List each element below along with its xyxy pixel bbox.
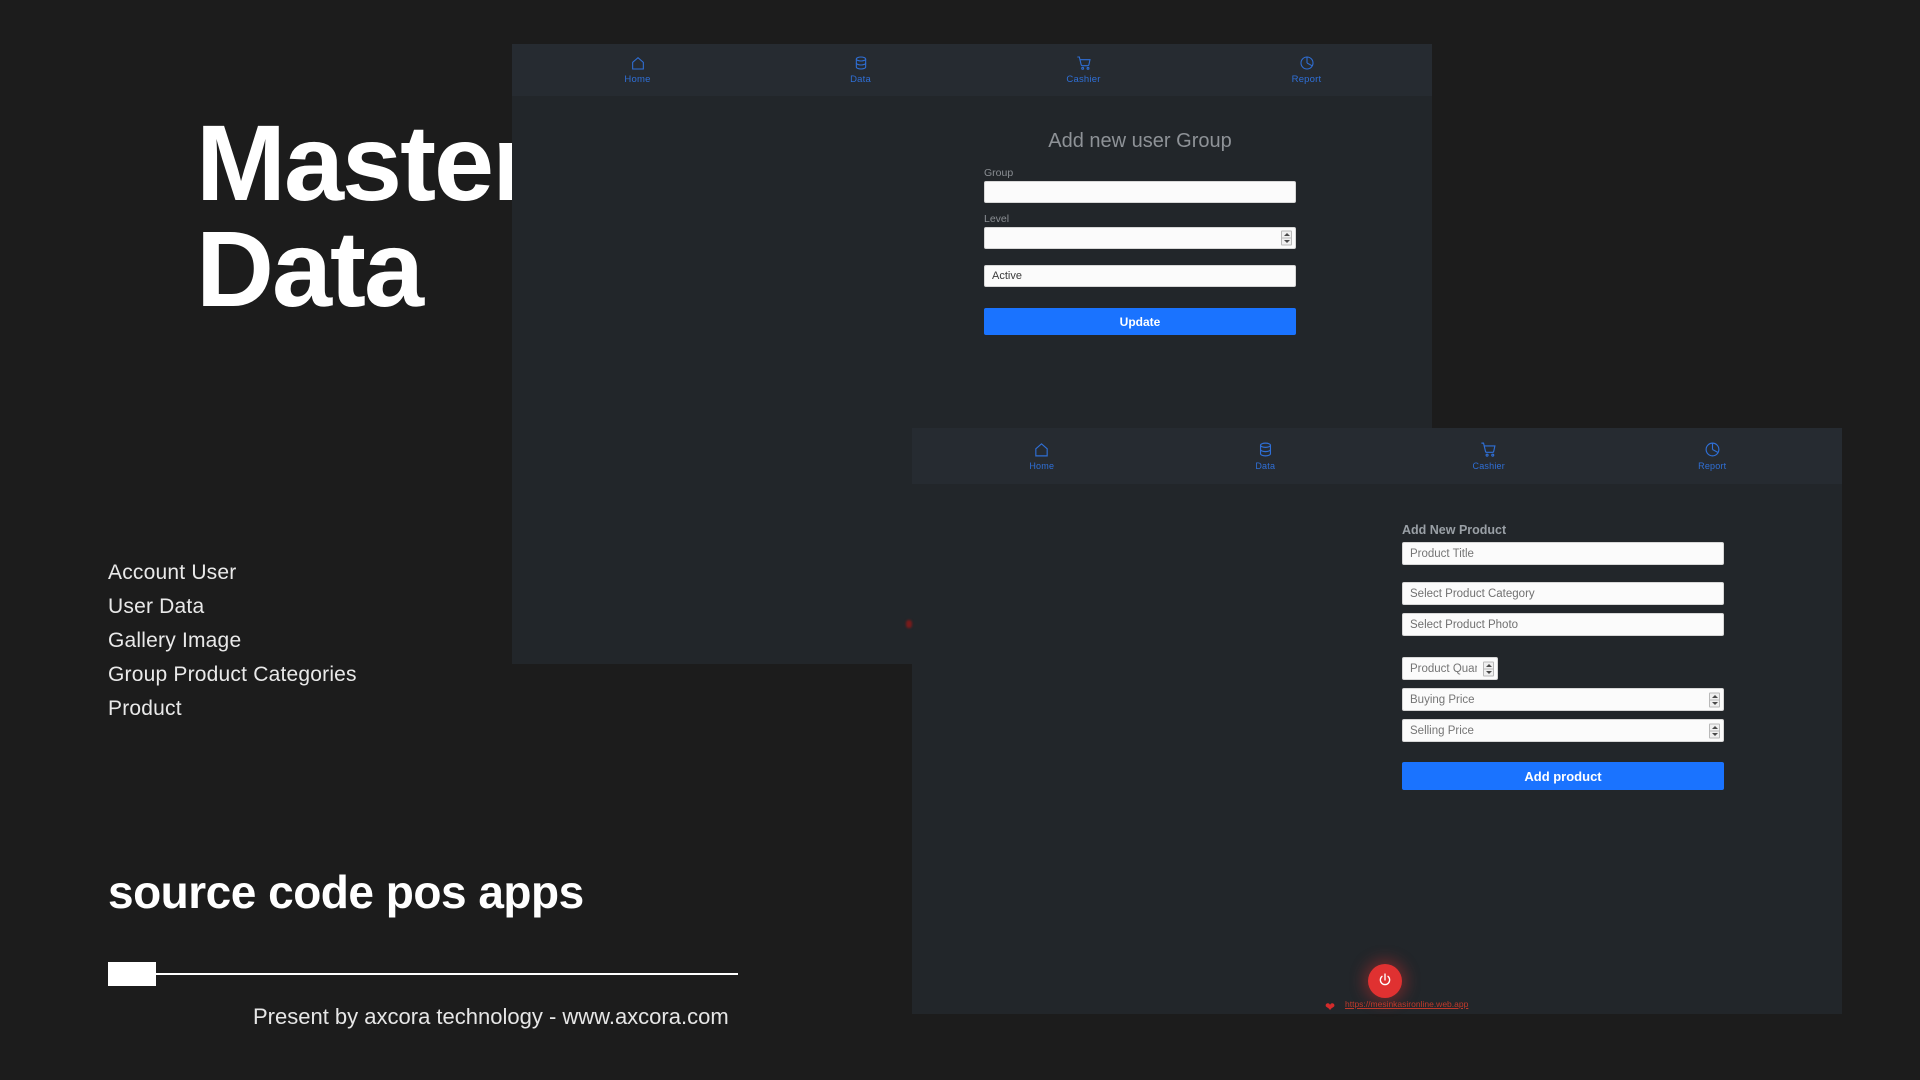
pie-chart-icon: [1299, 55, 1315, 71]
power-button[interactable]: [1368, 964, 1402, 998]
progress-knob[interactable]: [108, 962, 156, 986]
home-icon: [1033, 441, 1050, 458]
shopping-cart-icon: [1480, 441, 1497, 458]
database-icon: [1257, 441, 1274, 458]
product-photo-picker[interactable]: Select Product Photo: [1402, 613, 1724, 636]
presenter-credit: Present by axcora technology - www.axcor…: [253, 1004, 729, 1029]
nav-item-report[interactable]: Report: [1601, 441, 1825, 471]
nav-label: Cashier: [1066, 74, 1101, 85]
buying-price-wrapper: [1402, 688, 1724, 711]
home-icon: [630, 55, 646, 71]
decorative-dot: [906, 620, 912, 628]
nav-item-report[interactable]: Report: [1195, 55, 1418, 85]
pie-chart-icon: [1704, 441, 1721, 458]
progress-bar[interactable]: [108, 962, 738, 986]
site-url-link[interactable]: https://mesinkasironline.web.app: [1345, 999, 1468, 1009]
form-title: Add new user Group: [1048, 130, 1232, 152]
product-category-value: Select Product Category: [1410, 587, 1535, 600]
page-title: Master Data: [196, 109, 534, 329]
list-item: Account User: [108, 561, 237, 584]
level-field-label: Level: [984, 213, 1010, 225]
buying-price-input[interactable]: [1402, 688, 1724, 711]
update-button[interactable]: Update: [984, 308, 1296, 335]
power-icon: [1377, 972, 1393, 991]
buying-price-stepper[interactable]: [1709, 692, 1720, 707]
bottom-navigation-bar: Home Data Cashier Report: [912, 428, 1842, 484]
nav-item-data[interactable]: Data: [749, 55, 972, 85]
feature-list: Account User User Data Gallery Image Gro…: [108, 556, 357, 726]
nav-label: Data: [850, 74, 871, 85]
add-product-button[interactable]: Add product: [1402, 762, 1724, 790]
nav-label: Home: [624, 74, 651, 85]
list-item: Gallery Image: [108, 629, 242, 652]
nav-item-cashier[interactable]: Cashier: [1377, 441, 1601, 471]
nav-item-data[interactable]: Data: [1154, 441, 1378, 471]
list-item: Group Product Categories: [108, 663, 357, 686]
product-quantity-wrapper: [1402, 657, 1498, 680]
nav-label: Report: [1291, 74, 1322, 85]
status-select-value: Active: [992, 270, 1022, 282]
database-icon: [853, 55, 869, 71]
title-line-2: Data: [196, 207, 424, 329]
nav-item-home[interactable]: Home: [930, 441, 1154, 471]
group-input[interactable]: [984, 181, 1296, 203]
user-group-form: Add new user Group Group Level Active Up…: [984, 130, 1296, 335]
nav-label: Home: [1029, 461, 1055, 471]
selling-price-input[interactable]: [1402, 719, 1724, 742]
group-field-label: Group: [984, 167, 1014, 179]
level-input[interactable]: [984, 227, 1296, 249]
progress-track: [108, 973, 738, 975]
heart-icon: ❤: [1325, 1000, 1336, 1014]
product-title-input[interactable]: [1402, 542, 1724, 565]
form-title: Add New Product: [1402, 523, 1507, 537]
product-form: Add New Product Select Product Category …: [1402, 523, 1724, 790]
subheading: source code pos apps: [108, 866, 584, 918]
nav-label: Cashier: [1472, 461, 1505, 471]
nav-item-cashier[interactable]: Cashier: [972, 55, 1195, 85]
level-input-wrapper: [984, 227, 1296, 249]
nav-label: Report: [1698, 461, 1727, 471]
title-line-1: Master: [196, 102, 534, 223]
product-category-select[interactable]: Select Product Category: [1402, 582, 1724, 605]
list-item: Product: [108, 697, 182, 720]
slide-canvas: Master Data Account User User Data Galle…: [0, 0, 1920, 1080]
list-item: User Data: [108, 595, 205, 618]
selling-price-stepper[interactable]: [1709, 723, 1720, 738]
status-select[interactable]: Active: [984, 265, 1296, 287]
bottom-navigation-bar: Home Data Cashier Report: [512, 44, 1432, 96]
shopping-cart-icon: [1076, 55, 1092, 71]
product-photo-value: Select Product Photo: [1410, 618, 1519, 631]
product-quantity-stepper[interactable]: [1483, 661, 1494, 676]
level-stepper[interactable]: [1281, 230, 1292, 246]
nav-label: Data: [1255, 461, 1276, 471]
selling-price-wrapper: [1402, 719, 1724, 742]
nav-item-home[interactable]: Home: [526, 55, 749, 85]
